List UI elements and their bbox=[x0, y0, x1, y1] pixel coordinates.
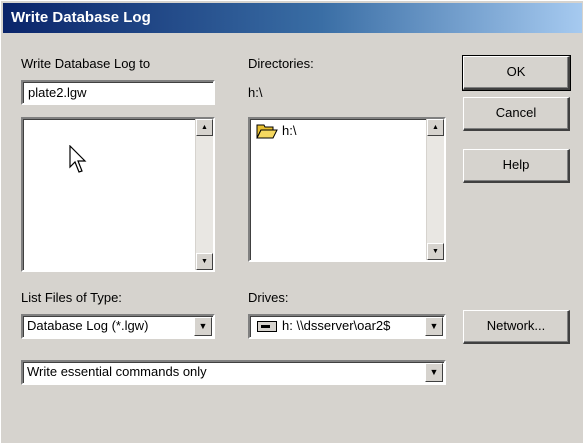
network-drive-icon bbox=[257, 321, 277, 332]
filename-value: plate2.lgw bbox=[28, 85, 87, 100]
log-mode-value: Write essential commands only bbox=[27, 364, 207, 379]
file-type-dropdown-arrow-icon[interactable]: ▼ bbox=[194, 317, 212, 336]
drives-label: Drives: bbox=[248, 290, 289, 305]
file-type-value: Database Log (*.lgw) bbox=[27, 318, 149, 333]
title-bar: Write Database Log bbox=[3, 3, 582, 33]
network-button[interactable]: Network... bbox=[463, 310, 570, 344]
window-title: Write Database Log bbox=[11, 9, 151, 26]
directories-label: Directories: bbox=[248, 56, 314, 71]
file-type-label: List Files of Type: bbox=[21, 290, 122, 305]
open-folder-icon bbox=[256, 124, 278, 139]
mouse-pointer-icon bbox=[69, 145, 87, 173]
help-button[interactable]: Help bbox=[463, 149, 570, 183]
scroll-down-button[interactable]: ▼ bbox=[427, 243, 444, 260]
scroll-up-button[interactable]: ▲ bbox=[196, 119, 213, 136]
scroll-up-button[interactable]: ▲ bbox=[427, 119, 444, 136]
directory-item-label: h:\ bbox=[282, 123, 297, 138]
log-mode-dropdown-arrow-icon[interactable]: ▼ bbox=[425, 363, 443, 382]
filename-input[interactable]: plate2.lgw bbox=[21, 80, 215, 105]
file-list-scrollbar[interactable]: ▲ ▼ bbox=[195, 119, 213, 270]
file-list[interactable]: ▲ ▼ bbox=[21, 117, 215, 272]
drives-value: h: \\dsserver\oar2$ bbox=[282, 318, 391, 333]
write-database-log-dialog: Write Database Log Write Database Log to… bbox=[0, 0, 583, 443]
directory-list-scrollbar[interactable]: ▲ ▼ bbox=[426, 119, 444, 260]
drives-select[interactable]: h: \\dsserver\oar2$ ▼ bbox=[248, 314, 446, 339]
cancel-button[interactable]: Cancel bbox=[463, 97, 570, 131]
file-type-select[interactable]: Database Log (*.lgw) ▼ bbox=[21, 314, 215, 339]
log-mode-select[interactable]: Write essential commands only ▼ bbox=[21, 360, 446, 385]
drives-dropdown-arrow-icon[interactable]: ▼ bbox=[425, 317, 443, 336]
scroll-down-button[interactable]: ▼ bbox=[196, 253, 213, 270]
log-to-label: Write Database Log to bbox=[21, 56, 151, 71]
current-directory: h:\ bbox=[248, 85, 263, 100]
directory-list[interactable]: h:\ ▲ ▼ bbox=[248, 117, 446, 262]
ok-button[interactable]: OK bbox=[462, 55, 571, 91]
